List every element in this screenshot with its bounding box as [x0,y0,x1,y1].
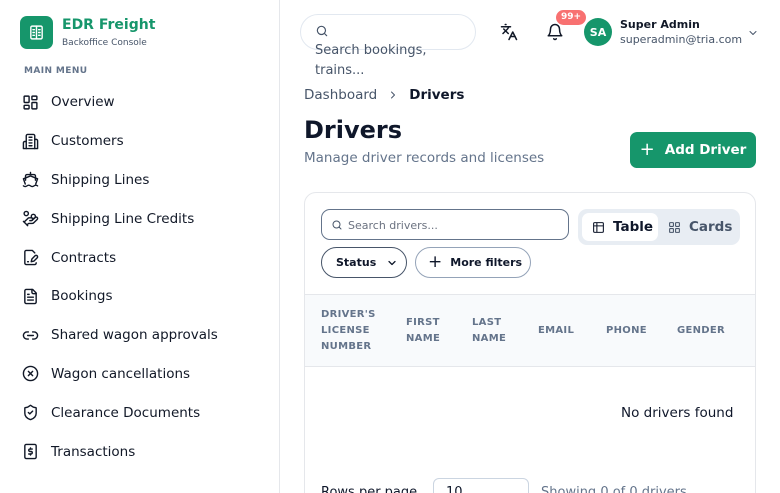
view-table-label: Table [613,219,654,235]
sidebar-item-label: Contracts [51,249,117,266]
column-header[interactable]: FIRST NAME [406,315,454,347]
more-filters-label: More filters [450,256,523,269]
pagination-summary: Showing 0 of 0 drivers [541,485,687,493]
ship-icon [22,172,39,188]
translate-icon[interactable] [500,23,518,41]
sidebar-item-label: Shipping Lines [51,171,150,188]
user-name[interactable]: Super Admin [620,18,700,31]
drivers-search-input[interactable] [348,214,562,236]
more-filters-button[interactable]: + More filters [415,247,531,278]
drivers-search-field[interactable] [321,209,569,240]
column-header[interactable]: GENDER [677,323,725,339]
brand-subtitle: Backoffice Console [62,38,147,48]
sidebar-item-label: Bookings [51,288,113,305]
view-cards-button[interactable]: Cards [666,213,736,241]
add-driver-button[interactable]: + Add Driver [630,132,756,168]
avatar[interactable]: SA [584,18,612,46]
sidebar-item-clearance-documents[interactable]: Clearance Documents [22,393,272,432]
sidebar-item-bookings[interactable]: Bookings [22,277,272,316]
file-text-icon [24,288,37,305]
chevron-down-icon[interactable] [747,27,759,39]
table-icon [593,221,604,233]
chevron-right-icon [391,91,396,99]
search-icon [332,220,342,230]
chevron-down-icon [388,260,396,265]
notification-bell-icon[interactable] [546,23,564,41]
main-menu: Overview Customers Shipping Lines Shippi… [22,83,272,471]
brand-logo-icon [20,16,53,49]
hand-coins-icon [22,210,39,227]
sidebar-item-overview[interactable]: Overview [22,83,272,122]
global-search-placeholder: Search bookings, trains... [315,43,427,78]
drivers-card: Table Cards Status + More filters DRIVER… [304,192,756,493]
sidebar-item-contracts[interactable]: Contracts [22,238,272,277]
status-filter-dropdown[interactable]: Status [321,247,407,278]
search-icon [316,25,328,37]
sidebar-item-label: Shared wagon approvals [51,327,218,344]
column-header[interactable]: DRIVER'S LICENSE NUMBER [321,307,391,355]
sidebar-item-label: Customers [51,133,124,150]
sidebar: EDR Freight Backoffice Console MAIN MENU… [0,0,280,493]
sidebar-item-wagon-cancellations[interactable]: Wagon cancellations [22,355,272,394]
view-table-button[interactable]: Table [582,213,658,241]
user-email: superadmin@tria.com [620,33,743,46]
breadcrumb-current: Drivers [409,87,465,103]
sidebar-item-transactions[interactable]: Transactions [22,432,272,471]
sidebar-item-shared-wagon-approvals[interactable]: Shared wagon approvals [22,316,272,355]
building-icon [22,133,39,149]
link-icon [22,330,39,340]
rows-per-page-select[interactable]: 10 [433,478,529,493]
global-search-input[interactable]: Search bookings, trains... [300,14,476,78]
sidebar-item-shipping-lines[interactable]: Shipping Lines [22,161,272,200]
grid-icon [23,95,38,110]
sidebar-item-shipping-line-credits[interactable]: Shipping Line Credits [22,199,272,238]
column-header[interactable]: EMAIL [538,323,574,339]
view-toggle: Table Cards [578,209,740,245]
notification-badge: 99+ [556,10,587,25]
status-filter-label: Status [336,256,377,269]
brand-title: EDR Freight [62,17,156,33]
breadcrumb: Dashboard Drivers [304,87,464,103]
sidebar-item-label: Shipping Line Credits [51,210,195,227]
plus-icon: + [639,139,655,160]
empty-state-message: No drivers found [621,405,734,421]
breadcrumb-dashboard-link[interactable]: Dashboard [304,87,377,103]
sidebar-item-label: Transactions [51,443,136,460]
table-header: DRIVER'S LICENSE NUMBER FIRST NAME LAST … [305,294,755,367]
grid-icon [669,221,680,233]
page-subtitle: Manage driver records and licenses [304,150,545,166]
rows-per-page-label: Rows per page [321,485,418,493]
column-header[interactable]: LAST NAME [472,315,520,347]
view-cards-label: Cards [689,219,733,235]
sidebar-item-label: Clearance Documents [51,404,201,421]
page-title: Drivers [304,116,403,144]
sidebar-item-label: Wagon cancellations [51,365,191,382]
column-header[interactable]: PHONE [606,323,647,339]
sidebar-item-label: Overview [51,94,115,111]
shield-check-icon [24,404,37,421]
plus-icon: + [428,252,443,272]
file-signature-icon [24,249,39,266]
dollar-receipt-icon [24,443,37,460]
sidebar-item-customers[interactable]: Customers [22,122,272,161]
menu-section-label: MAIN MENU [24,66,88,76]
brand[interactable]: EDR Freight Backoffice Console [20,16,155,49]
add-driver-label: Add Driver [664,142,747,158]
x-circle-icon [22,366,39,382]
